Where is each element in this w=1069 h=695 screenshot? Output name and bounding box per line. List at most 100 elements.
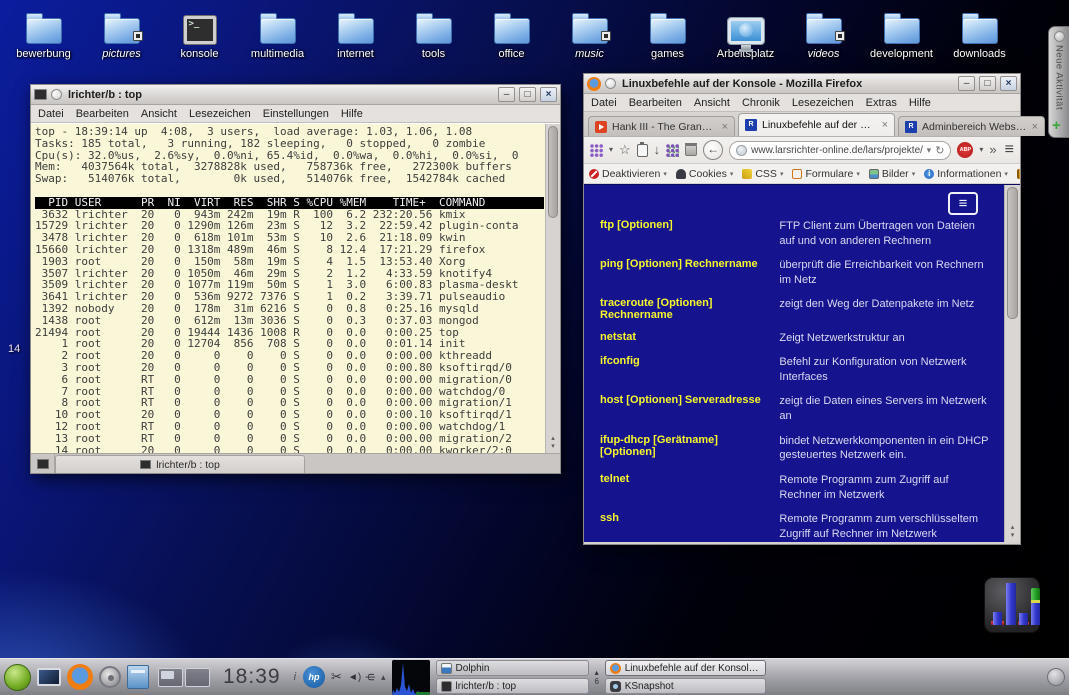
devbar-item[interactable]: Deaktivieren ▾ xyxy=(589,168,667,180)
maximize-button[interactable]: □ xyxy=(519,87,536,102)
bookmark-star-icon[interactable]: ☆ xyxy=(619,143,631,157)
trash-icon[interactable] xyxy=(685,145,697,156)
task-button[interactable]: lrichter/b : top xyxy=(436,678,589,694)
tab-close-icon[interactable]: × xyxy=(882,119,888,131)
devbar-item[interactable]: CSS ▾ xyxy=(742,168,783,180)
terminal-titlebar[interactable]: lrichter/b : top – □ × xyxy=(31,85,560,105)
adblock-dropdown-icon[interactable]: ▾ xyxy=(979,143,983,157)
back-button[interactable]: ← xyxy=(703,140,723,160)
command-name[interactable]: ping [Optionen] Rechnername xyxy=(600,258,779,288)
scroll-up-icon[interactable]: ▴ xyxy=(1011,524,1015,531)
menu-item[interactable]: Bearbeiten xyxy=(76,108,129,120)
close-button[interactable]: × xyxy=(1000,76,1017,91)
command-name[interactable]: ifup-dhcp [Gerätname] [Optionen] xyxy=(600,434,779,464)
desktop-icon[interactable]: Arbeitsplatz xyxy=(708,6,783,60)
terminal-viewport[interactable]: top - 18:39:14 up 4:08, 3 users, load av… xyxy=(31,123,560,453)
hp-tray-icon[interactable]: hp xyxy=(303,666,325,688)
settings-gear-icon[interactable] xyxy=(99,666,121,688)
task-button[interactable]: Dolphin xyxy=(436,660,589,676)
pager-desktop-2[interactable] xyxy=(185,668,210,687)
menu-item[interactable]: Datei xyxy=(591,97,617,109)
task-button[interactable]: KSnapshot xyxy=(605,678,766,694)
adblock-icon[interactable]: ABP xyxy=(957,142,973,158)
pager-desktop-1[interactable] xyxy=(158,668,183,687)
firefox-launcher-icon[interactable] xyxy=(67,664,93,690)
desktop-icon[interactable]: pictures xyxy=(84,6,159,60)
spinner-up-icon[interactable]: ▴ xyxy=(595,668,599,677)
tab-close-icon[interactable]: × xyxy=(722,121,728,133)
task-button[interactable]: Linuxbefehle auf der Konsole - Mozil xyxy=(605,660,766,676)
devbar-item[interactable]: Bilder ▾ xyxy=(869,168,915,180)
desktop-icon[interactable]: tools xyxy=(396,6,471,60)
scrollbar-thumb[interactable] xyxy=(1007,187,1018,319)
url-text[interactable]: www.larsrichter-online.de/lars/projekte/… xyxy=(751,145,922,156)
maximize-button[interactable]: □ xyxy=(979,76,996,91)
command-name[interactable]: netstat xyxy=(600,331,779,346)
desktop-icon[interactable]: downloads xyxy=(942,6,1017,60)
reload-icon[interactable]: ↻ xyxy=(935,144,944,157)
firefox-titlebar[interactable]: Linuxbefehle auf der Konsole - Mozilla F… xyxy=(584,74,1020,94)
command-name[interactable]: host [Optionen] Serveradresse xyxy=(600,394,779,424)
menu-item[interactable]: Extras xyxy=(866,97,897,109)
command-name[interactable]: telnet xyxy=(600,473,779,503)
desktop-icon[interactable]: internet xyxy=(318,6,393,60)
menu-item[interactable]: Lesezeichen xyxy=(189,108,251,120)
klipper-scissors-icon[interactable]: ✂ xyxy=(331,669,342,685)
clipboard-icon[interactable] xyxy=(637,144,648,157)
minimize-button[interactable]: – xyxy=(958,76,975,91)
app-launcher-button[interactable] xyxy=(4,664,31,691)
desktop-icon[interactable]: multimedia xyxy=(240,6,315,60)
menu-item[interactable]: Ansicht xyxy=(694,97,730,109)
url-dropdown-icon[interactable]: ▾ xyxy=(927,145,932,156)
menu-item[interactable]: Ansicht xyxy=(141,108,177,120)
info-icon[interactable]: i xyxy=(293,670,297,684)
scrollbar-thumb[interactable] xyxy=(548,126,558,218)
desktop-icon[interactable]: development xyxy=(864,6,939,60)
tab-close-icon[interactable]: × xyxy=(1032,121,1038,133)
devbar-item[interactable]: Sonstiges ▾ xyxy=(1017,168,1020,180)
new-session-button[interactable] xyxy=(31,454,55,473)
downloads-icon[interactable]: ↓ xyxy=(654,143,661,157)
page-hamburger-icon[interactable]: ≡ xyxy=(948,192,978,215)
menu-item[interactable]: Lesezeichen xyxy=(792,97,854,109)
hamburger-menu-icon[interactable]: ≡ xyxy=(1005,141,1014,159)
new-tab-button[interactable]: + xyxy=(1052,117,1061,134)
page-scrollbar[interactable]: ▴ ▾ xyxy=(1004,185,1020,542)
command-name[interactable]: ssh xyxy=(600,512,779,542)
scroll-down-icon[interactable]: ▾ xyxy=(551,443,555,450)
apps-dropdown-icon[interactable]: ▾ xyxy=(609,143,613,157)
scroll-down-icon[interactable]: ▾ xyxy=(1011,532,1015,539)
overflow-icon[interactable]: » xyxy=(989,143,996,157)
desktop-icon[interactable]: office xyxy=(474,6,549,60)
show-desktop-icon[interactable] xyxy=(37,668,61,686)
filemanager-icon[interactable] xyxy=(127,665,149,689)
devbar-item[interactable]: Cookies ▾ xyxy=(676,168,733,180)
task-scroll-spinner[interactable]: ▴ 6 xyxy=(590,660,604,694)
menu-item[interactable]: Bearbeiten xyxy=(629,97,682,109)
system-monitor-widget[interactable] xyxy=(984,577,1040,633)
menu-item[interactable]: Einstellungen xyxy=(263,108,329,120)
desktop-icon[interactable]: games xyxy=(630,6,705,60)
menu-item[interactable]: Chronik xyxy=(742,97,780,109)
clock[interactable]: 18:39 xyxy=(223,665,281,689)
desktop-icon[interactable]: bewerbung xyxy=(6,6,81,60)
terminal-session-tab[interactable]: lrichter/b : top xyxy=(55,455,305,473)
browser-tab[interactable]: Hank III - The Grand Ole ... × xyxy=(588,116,735,136)
command-name[interactable]: ftp [Optionen] xyxy=(600,219,779,249)
volume-icon[interactable]: ◄) xyxy=(348,672,361,683)
menu-item[interactable]: Datei xyxy=(38,108,64,120)
url-bar[interactable]: www.larsrichter-online.de/lars/projekte/… xyxy=(729,141,951,160)
browser-tab[interactable]: Linuxbefehle auf der Kon... × xyxy=(738,113,895,136)
browser-tab[interactable]: Adminbereich Website 2... × xyxy=(898,116,1045,136)
command-name[interactable]: traceroute [Optionen] Rechnername xyxy=(600,297,779,321)
desktop-icon[interactable]: music xyxy=(552,6,627,60)
screenshot-grid-icon[interactable] xyxy=(666,144,679,157)
window-pin-icon[interactable] xyxy=(51,89,62,100)
scroll-up-icon[interactable]: ▴ xyxy=(551,435,555,442)
command-name[interactable]: ifconfig xyxy=(600,355,779,385)
network-graph-widget[interactable] xyxy=(392,660,430,695)
usb-device-icon[interactable]: ψ xyxy=(365,673,377,681)
desktop-icon[interactable]: videos xyxy=(786,6,861,60)
site-identity-icon[interactable] xyxy=(736,145,747,156)
tray-expand-icon[interactable]: ▴ xyxy=(381,672,386,683)
